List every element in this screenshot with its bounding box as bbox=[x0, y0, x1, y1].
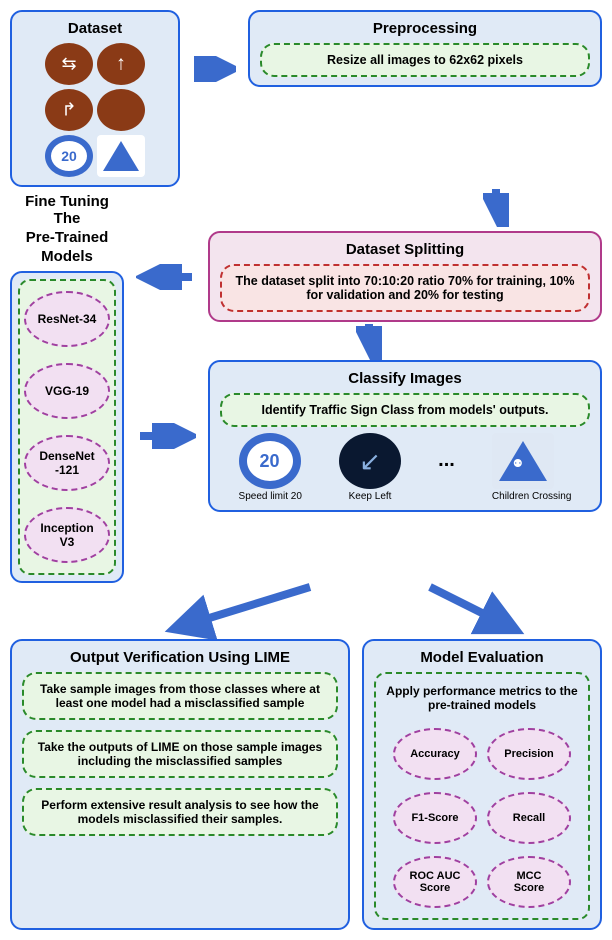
sign-thumb: 20 bbox=[45, 135, 93, 177]
dataset-title: Dataset bbox=[22, 20, 168, 37]
metrics-container: Apply performance metrics to the pre-tra… bbox=[374, 672, 590, 920]
dataset-box: Dataset ⇆ ↑ ↱ 20 bbox=[10, 10, 180, 187]
arrow-right-2 bbox=[136, 423, 196, 449]
metric-f1: F1-Score bbox=[393, 792, 477, 844]
class-sample: ↙ Keep Left bbox=[339, 433, 401, 502]
models-list: ResNet-34 VGG-19 DenseNet -121 Inception… bbox=[18, 279, 116, 575]
class-caption-2: Children Crossing bbox=[492, 491, 571, 502]
class-caption-1: Keep Left bbox=[339, 491, 401, 502]
dataset-thumbnails: ⇆ ↑ ↱ 20 bbox=[22, 43, 168, 177]
metric-mcc: MCC Score bbox=[487, 856, 571, 908]
fine-tuning-title-2: Pre-Trained bbox=[10, 229, 124, 246]
dots: ... bbox=[438, 449, 455, 486]
fine-tuning-title-3: Models bbox=[10, 248, 124, 265]
class-sample: 20 Speed limit 20 bbox=[239, 433, 302, 502]
classify-subtitle: Identify Traffic Sign Class from models'… bbox=[220, 393, 590, 427]
lime-box: Output Verification Using LIME Take samp… bbox=[10, 639, 350, 930]
arrow-left-1 bbox=[136, 264, 196, 290]
model-resnet34: ResNet-34 bbox=[24, 291, 110, 347]
fine-tuning-column: Fine Tuning The Pre-Trained Models ResNe… bbox=[10, 187, 124, 583]
lime-step-0: Take sample images from those classes wh… bbox=[22, 672, 338, 720]
sign-thumb: ⇆ bbox=[45, 43, 93, 85]
eval-box: Model Evaluation Apply performance metri… bbox=[362, 639, 602, 930]
lime-step-2: Perform extensive result analysis to see… bbox=[22, 788, 338, 836]
classify-title: Classify Images bbox=[220, 370, 590, 387]
lime-step-1: Take the outputs of LIME on those sample… bbox=[22, 730, 338, 778]
splitting-title: Dataset Splitting bbox=[220, 241, 590, 258]
class-caption-0: Speed limit 20 bbox=[239, 491, 302, 502]
sign-thumb bbox=[97, 89, 145, 131]
model-densenet121: DenseNet -121 bbox=[24, 435, 110, 491]
metric-accuracy: Accuracy bbox=[393, 728, 477, 780]
model-inceptionv3: Inception V3 bbox=[24, 507, 110, 563]
metric-precision: Precision bbox=[487, 728, 571, 780]
lime-title: Output Verification Using LIME bbox=[22, 649, 338, 666]
splitting-box: Dataset Splitting The dataset split into… bbox=[208, 231, 602, 322]
preprocessing-box: Preprocessing Resize all images to 62x62… bbox=[248, 10, 602, 87]
sign-thumb: ↱ bbox=[45, 89, 93, 131]
metric-recall: Recall bbox=[487, 792, 571, 844]
split-arrows bbox=[10, 583, 602, 639]
arrow-down-2 bbox=[136, 322, 602, 360]
sign-thumb: ↑ bbox=[97, 43, 145, 85]
preprocessing-title: Preprocessing bbox=[260, 20, 590, 37]
class-sample: ⚉ Children Crossing bbox=[492, 433, 571, 502]
arrow-right-1 bbox=[192, 10, 236, 82]
preprocessing-text: Resize all images to 62x62 pixels bbox=[260, 43, 590, 77]
splitting-text: The dataset split into 70:10:20 ratio 70… bbox=[220, 264, 590, 312]
model-vgg19: VGG-19 bbox=[24, 363, 110, 419]
eval-title: Model Evaluation bbox=[374, 649, 590, 666]
eval-subtitle: Apply performance metrics to the pre-tra… bbox=[382, 684, 582, 712]
metric-rocauc: ROC AUC Score bbox=[393, 856, 477, 908]
fine-tuning-title-1: Fine Tuning The bbox=[10, 193, 124, 227]
classify-box: Classify Images Identify Traffic Sign Cl… bbox=[208, 360, 602, 512]
sign-thumb bbox=[97, 135, 145, 177]
